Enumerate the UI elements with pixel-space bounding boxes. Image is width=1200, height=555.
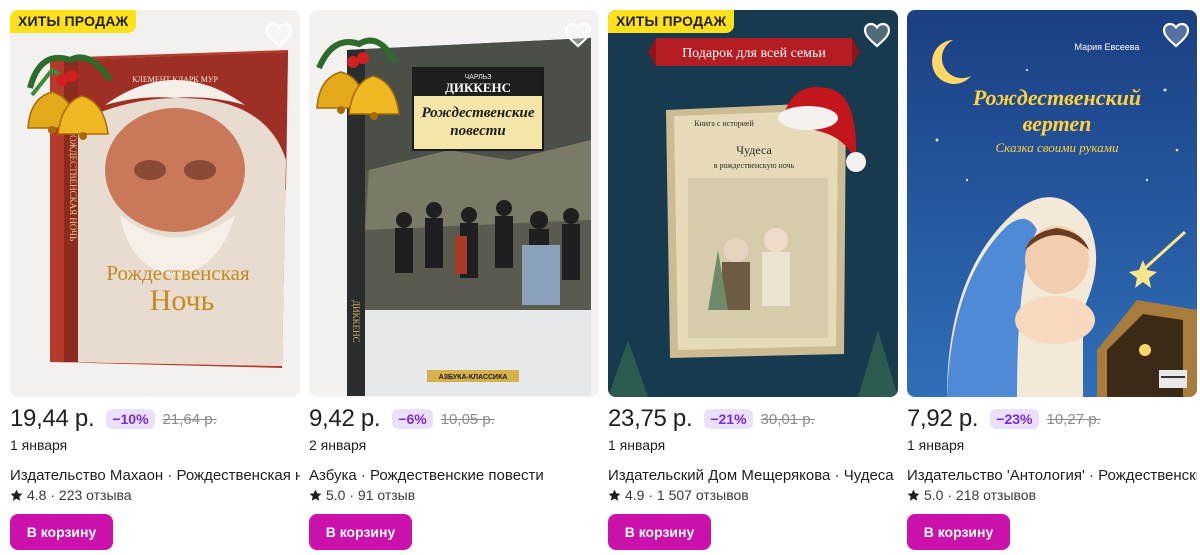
star-icon [907, 489, 920, 501]
delivery-date: 1 января [608, 437, 666, 453]
review-count: · 223 отзыва [50, 487, 132, 503]
cover-spine: ДИККЕНС [351, 300, 361, 343]
cover-spine: РОЖДЕСТВЕНСКАЯ НОЧЬ [68, 130, 78, 241]
cover-title-line2: вертеп [1023, 111, 1092, 136]
price-row: 7,92 р. −23% 10,27 р. [907, 405, 1101, 432]
star-icon [608, 489, 621, 501]
cover-title-line1: Чудеса [736, 143, 772, 157]
product-cover[interactable]: КЛЕМЕНТ КЛАРК МУР Рождественская Ночь РО… [10, 10, 300, 397]
rating: 4.8 · 223 отзыва [10, 487, 132, 503]
star-icon [10, 489, 23, 501]
product-grid: КЛЕМЕНТ КЛАРК МУР Рождественская Ночь РО… [10, 10, 1200, 555]
rating: 5.0 · 91 отзыв [309, 487, 415, 503]
discount-badge: −21% [704, 409, 753, 429]
product-title[interactable]: Издательство 'Антология' · Рождественски… [907, 467, 1197, 484]
favorite-heart-icon[interactable] [862, 20, 892, 50]
discount-badge: −10% [106, 409, 155, 429]
add-to-cart-button[interactable]: В корзину [608, 514, 711, 550]
rating: 5.0 · 218 отзывов [907, 487, 1036, 503]
cover-art-dickens: ЧАРЛЬЗ ДИККЕНС Рождественские повести АЗ… [309, 10, 599, 397]
old-price: 30,01 р. [760, 410, 815, 428]
cover-author: Мария Евсеева [1075, 42, 1140, 52]
cover-art-chudesa: Подарок для всей семьи Книга с историей … [608, 10, 898, 397]
price: 9,42 р. [309, 405, 381, 432]
delivery-date: 2 января [309, 437, 367, 453]
review-count: · 218 отзывов [947, 487, 1037, 503]
cover-subtitle: Сказка своими руками [996, 140, 1119, 155]
delivery-date: 1 января [10, 437, 68, 453]
rating-value: 5.0 [924, 487, 944, 503]
old-price: 10,05 р. [440, 410, 495, 428]
star-icon [309, 489, 322, 501]
product-cover[interactable]: Мария Евсеева Рождественский вертеп Сказ… [907, 10, 1197, 397]
rating: 4.9 · 1 507 отзывов [608, 487, 749, 503]
product-cover[interactable]: ЧАРЛЬЗ ДИККЕНС Рождественские повести АЗ… [309, 10, 599, 397]
product-card[interactable]: Подарок для всей семьи Книга с историей … [608, 10, 898, 555]
cover-art-rozhdestvenskaya-noch: КЛЕМЕНТ КЛАРК МУР Рождественская Ночь РО… [10, 10, 300, 397]
favorite-heart-icon[interactable] [1161, 20, 1191, 50]
add-to-cart-button[interactable]: В корзину [10, 514, 113, 550]
product-card[interactable]: КЛЕМЕНТ КЛАРК МУР Рождественская Ночь РО… [10, 10, 300, 555]
review-count: · 91 отзыв [349, 487, 416, 503]
cover-title-line1: Рождественская [106, 261, 250, 285]
favorite-heart-icon[interactable] [563, 20, 593, 50]
product-title[interactable]: Издательство Махаон · Рождественская ноч… [10, 467, 300, 484]
cover-banner: Подарок для всей семьи [682, 46, 826, 61]
cover-title-line1: Рождественский [972, 85, 1141, 110]
cover-author: КЛЕМЕНТ КЛАРК МУР [132, 75, 218, 84]
add-to-cart-button[interactable]: В корзину [309, 514, 412, 550]
price-row: 23,75 р. −21% 30,01 р. [608, 405, 815, 432]
cover-series: Книга с историей [694, 119, 754, 128]
product-title[interactable]: Издательский Дом Мещерякова · Чудеса в р… [608, 467, 898, 484]
product-card[interactable]: ЧАРЛЬЗ ДИККЕНС Рождественские повести АЗ… [309, 10, 599, 555]
price: 19,44 р. [10, 405, 95, 432]
product-card[interactable]: Мария Евсеева Рождественский вертеп Сказ… [907, 10, 1197, 555]
cover-author: ДИККЕНС [445, 80, 511, 95]
price: 23,75 р. [608, 405, 693, 432]
product-cover[interactable]: Подарок для всей семьи Книга с историей … [608, 10, 898, 397]
add-to-cart-button[interactable]: В корзину [907, 514, 1010, 550]
bestseller-badge: ХИТЫ ПРОДАЖ [10, 10, 137, 33]
cover-title-line2: повести [450, 123, 506, 139]
cover-title-line1: Рождественские [421, 105, 534, 121]
cover-title-line2: Ночь [150, 284, 215, 317]
old-price: 21,64 р. [162, 410, 217, 428]
price: 7,92 р. [907, 405, 979, 432]
cover-art-vertep: Мария Евсеева Рождественский вертеп Сказ… [907, 10, 1197, 397]
price-row: 9,42 р. −6% 10,05 р. [309, 405, 495, 432]
discount-badge: −23% [990, 409, 1039, 429]
product-title[interactable]: Азбука · Рождественские повести [309, 467, 599, 484]
favorite-heart-icon[interactable] [264, 20, 294, 50]
old-price: 10,27 р. [1046, 410, 1101, 428]
bestseller-badge: ХИТЫ ПРОДАЖ [608, 10, 735, 33]
rating-value: 5.0 [326, 487, 346, 503]
rating-value: 4.9 [625, 487, 645, 503]
review-count: · 1 507 отзывов [648, 487, 749, 503]
cover-series: АЗБУКА-КЛАССИКА [439, 374, 508, 381]
delivery-date: 1 января [907, 437, 965, 453]
price-row: 19,44 р. −10% 21,64 р. [10, 405, 217, 432]
publisher-logo-icon [1159, 370, 1187, 388]
rating-value: 4.8 [27, 487, 47, 503]
discount-badge: −6% [392, 409, 433, 429]
cover-title-line2: в рождественскую ночь [714, 161, 795, 170]
